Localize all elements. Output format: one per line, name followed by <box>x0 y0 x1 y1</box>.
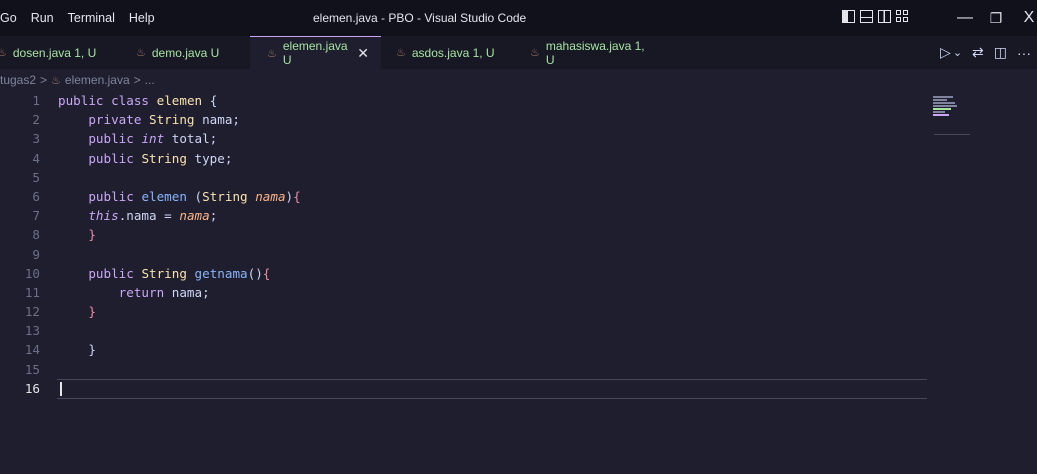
menu-bar: Go Run Terminal Help <box>0 0 162 36</box>
code-line[interactable]: 13 <box>0 321 935 340</box>
breadcrumb-symbol[interactable]: ... <box>145 73 155 87</box>
close-window-button[interactable]: X <box>1014 0 1037 36</box>
code-text: public int total; <box>88 131 218 147</box>
toggle-primary-sidebar-icon[interactable] <box>842 10 855 23</box>
line-number: 9 <box>32 246 40 262</box>
compare-changes-icon[interactable]: ⇄ <box>972 44 984 61</box>
java-file-icon: ♨ <box>51 74 61 87</box>
line-number: 6 <box>32 188 40 204</box>
line-number: 3 <box>32 131 40 147</box>
tab-label: elemen.java U <box>282 39 348 67</box>
code-text: } <box>58 342 96 358</box>
editor-actions: ▷ ⌄ ⇄ ◫ ··· <box>940 36 1031 69</box>
line-number: 16 <box>24 380 40 396</box>
chevron-down-icon[interactable]: ⌄ <box>953 46 962 59</box>
code-line[interactable]: 9 <box>0 245 935 264</box>
code-editor[interactable]: 1 public class elemen { 2 private String … <box>0 91 935 399</box>
code-text: public String getnama(){ <box>88 265 271 281</box>
title-bar: Go Run Terminal Help elemen.java - PBO -… <box>0 0 1037 36</box>
java-file-icon: ♨ <box>136 47 146 59</box>
minimap[interactable] <box>933 96 973 136</box>
java-file-icon: ♨ <box>396 47 406 59</box>
tab-dosen[interactable]: ♨ dosen.java 1, U <box>0 36 118 69</box>
layout-controls <box>842 10 909 23</box>
breadcrumb-folder[interactable]: tugas2 <box>0 73 36 87</box>
tab-mahasiswa[interactable]: ♨ mahasiswa.java 1, U <box>515 36 664 69</box>
tab-label: dosen.java 1, U <box>12 45 97 60</box>
code-line[interactable]: 7 this.nama = nama; <box>0 206 935 225</box>
current-line-highlight <box>57 378 927 399</box>
line-number: 14 <box>24 342 40 358</box>
java-file-icon: ♨ <box>267 47 277 60</box>
toggle-panel-icon[interactable] <box>860 10 873 23</box>
code-line[interactable]: 1 public class elemen { <box>0 91 935 110</box>
breadcrumb: tugas2 > ♨ elemen.java > ... <box>0 69 159 91</box>
tab-asdos[interactable]: ♨ asdos.java 1, U <box>381 36 515 69</box>
tab-elemen[interactable]: ♨ elemen.java U ✕ <box>250 36 381 69</box>
code-text: } <box>88 304 96 320</box>
editor-tabs: ♨ dosen.java 1, U ♨ demo.java U ♨ elemen… <box>0 36 1037 69</box>
toggle-secondary-sidebar-icon[interactable] <box>878 10 891 23</box>
minimize-button[interactable]: — <box>950 0 980 36</box>
code-line[interactable]: 11 return nama; <box>0 283 935 302</box>
code-text: } <box>88 227 96 243</box>
code-line[interactable]: 5 <box>0 168 935 187</box>
tab-label: mahasiswa.java 1, U <box>545 38 645 67</box>
more-actions-icon[interactable]: ··· <box>1017 45 1031 61</box>
line-number: 13 <box>24 323 40 339</box>
line-number: 15 <box>24 361 40 377</box>
line-number: 5 <box>32 169 40 185</box>
line-number: 7 <box>32 208 40 224</box>
code-line[interactable]: 14 } <box>0 340 935 359</box>
line-number: 1 <box>32 93 40 108</box>
menu-go[interactable]: Go <box>0 0 24 36</box>
run-icon[interactable]: ▷ <box>940 44 951 61</box>
code-text: this.nama = nama; <box>88 208 218 224</box>
minimap-slider[interactable] <box>934 134 970 135</box>
breadcrumb-separator: > <box>133 73 141 87</box>
menu-terminal[interactable]: Terminal <box>61 0 122 36</box>
text-cursor <box>60 381 62 396</box>
code-line[interactable]: 3 public int total; <box>0 129 935 148</box>
tab-label: asdos.java 1, U <box>411 45 495 60</box>
code-line[interactable]: 15 <box>0 360 935 379</box>
customize-layout-icon[interactable] <box>896 10 909 23</box>
code-line[interactable]: 8 } <box>0 225 935 244</box>
line-number: 12 <box>24 304 40 320</box>
breadcrumb-file[interactable]: elemen.java <box>65 73 130 87</box>
menu-run[interactable]: Run <box>24 0 61 36</box>
code-text: public class elemen { <box>58 93 218 108</box>
line-number: 4 <box>32 150 40 166</box>
code-line[interactable]: 10 public String getnama(){ <box>0 264 935 283</box>
code-text: public elemen (String nama){ <box>88 188 301 204</box>
close-tab-icon[interactable]: ✕ <box>357 45 369 62</box>
tab-demo[interactable]: ♨ demo.java U <box>118 36 250 69</box>
java-file-icon: ♨ <box>530 47 540 59</box>
code-text: private String nama; <box>88 112 241 128</box>
code-line[interactable]: 12 } <box>0 302 935 321</box>
line-number: 11 <box>24 284 40 300</box>
line-number: 10 <box>24 265 40 281</box>
split-editor-icon[interactable]: ◫ <box>994 44 1007 61</box>
tab-label: demo.java U <box>151 45 220 60</box>
code-text: return nama; <box>118 284 210 300</box>
code-line-current[interactable]: 16 <box>0 378 935 399</box>
java-file-icon: ♨ <box>0 47 7 59</box>
code-line[interactable]: 4 public String type; <box>0 149 935 168</box>
restore-button[interactable]: ❐ <box>981 0 1011 36</box>
code-text: public String type; <box>88 150 233 166</box>
code-line[interactable]: 2 private String nama; <box>0 110 935 129</box>
breadcrumb-separator: > <box>40 73 48 87</box>
window-title: elemen.java - PBO - Visual Studio Code <box>313 11 527 25</box>
code-line[interactable]: 6 public elemen (String nama){ <box>0 187 935 206</box>
menu-help[interactable]: Help <box>122 0 162 36</box>
line-number: 2 <box>32 112 40 128</box>
line-number: 8 <box>32 227 40 243</box>
